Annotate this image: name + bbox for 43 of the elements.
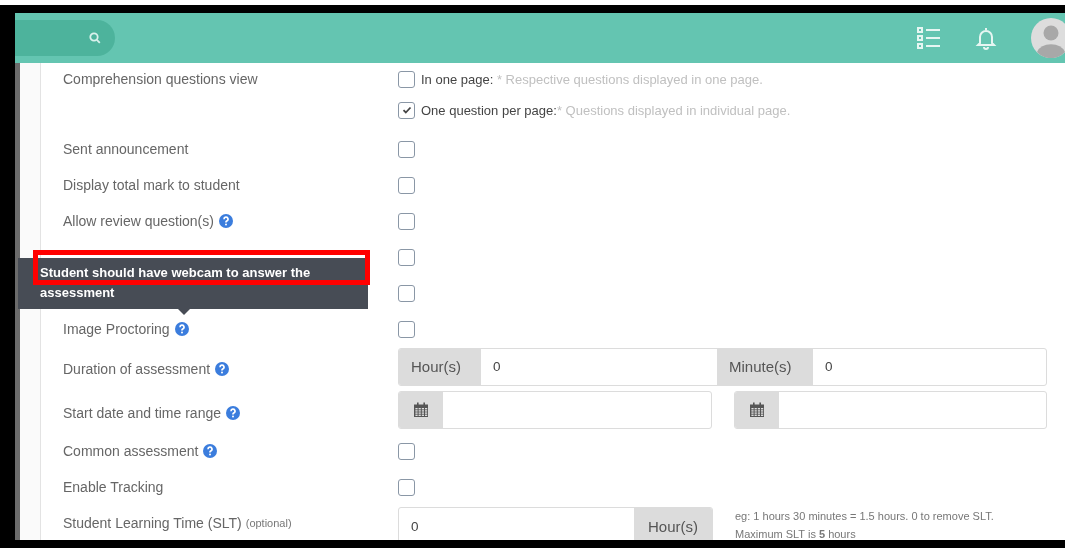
field-label: Student Learning Time (SLT) — [63, 515, 242, 531]
field-label: Enable Tracking — [63, 479, 164, 495]
date-field[interactable] — [733, 391, 1047, 429]
search-icon — [89, 32, 101, 44]
optional-note: (optional) — [245, 517, 292, 529]
option-text: In one page: * Respective questions displayed in one page. — [421, 71, 763, 87]
help-icon[interactable] — [226, 405, 240, 420]
check-icon — [401, 105, 412, 115]
field-label: Image Proctoring — [63, 321, 170, 337]
checkbox[interactable] — [398, 320, 415, 338]
field-label: Allow review question(s) — [63, 213, 214, 229]
date-field[interactable] — [398, 391, 712, 429]
duration-field[interactable]: Hour(s) 0 Minute(s) 0 — [398, 347, 1047, 386]
option-text: One question per page:* Questions displayed in individual page. — [421, 102, 791, 118]
tooltip-arrow — [178, 309, 190, 315]
field-label: Common assessment — [63, 443, 199, 459]
checkbox[interactable] — [398, 140, 415, 158]
avatar-icon[interactable] — [1031, 18, 1065, 58]
checkbox[interactable] — [398, 176, 415, 194]
field-label: Duration of assessment — [63, 361, 211, 377]
slt-field[interactable]: 0 Hour(s) — [398, 507, 713, 540]
hint-text: Maximum SLT is 5 hours — [734, 527, 857, 540]
checkbox[interactable] — [398, 101, 415, 119]
field-label: Display total mark to student — [63, 177, 240, 193]
field-label: Start date and time range — [63, 404, 221, 421]
checkbox[interactable] — [398, 70, 415, 88]
checkbox[interactable] — [398, 212, 415, 230]
help-icon[interactable] — [174, 322, 189, 336]
field-label: Comprehension questions view — [63, 71, 258, 87]
checkbox[interactable] — [398, 478, 415, 496]
field-label: Sent announcement — [63, 141, 189, 157]
help-icon[interactable] — [203, 444, 218, 458]
bell-icon[interactable] — [975, 26, 997, 50]
checkbox[interactable] — [398, 248, 415, 266]
checkbox[interactable] — [398, 284, 415, 302]
list-icon[interactable] — [917, 27, 941, 49]
search-field[interactable] — [15, 20, 115, 56]
help-icon[interactable] — [218, 214, 233, 228]
calendar-icon — [413, 402, 429, 418]
hint-text: eg: 1 hours 30 minutes = 1.5 hours. 0 to remove SLT. — [734, 509, 994, 524]
calendar-icon — [748, 402, 765, 418]
checkbox[interactable] — [398, 442, 415, 460]
help-icon[interactable] — [215, 362, 230, 376]
